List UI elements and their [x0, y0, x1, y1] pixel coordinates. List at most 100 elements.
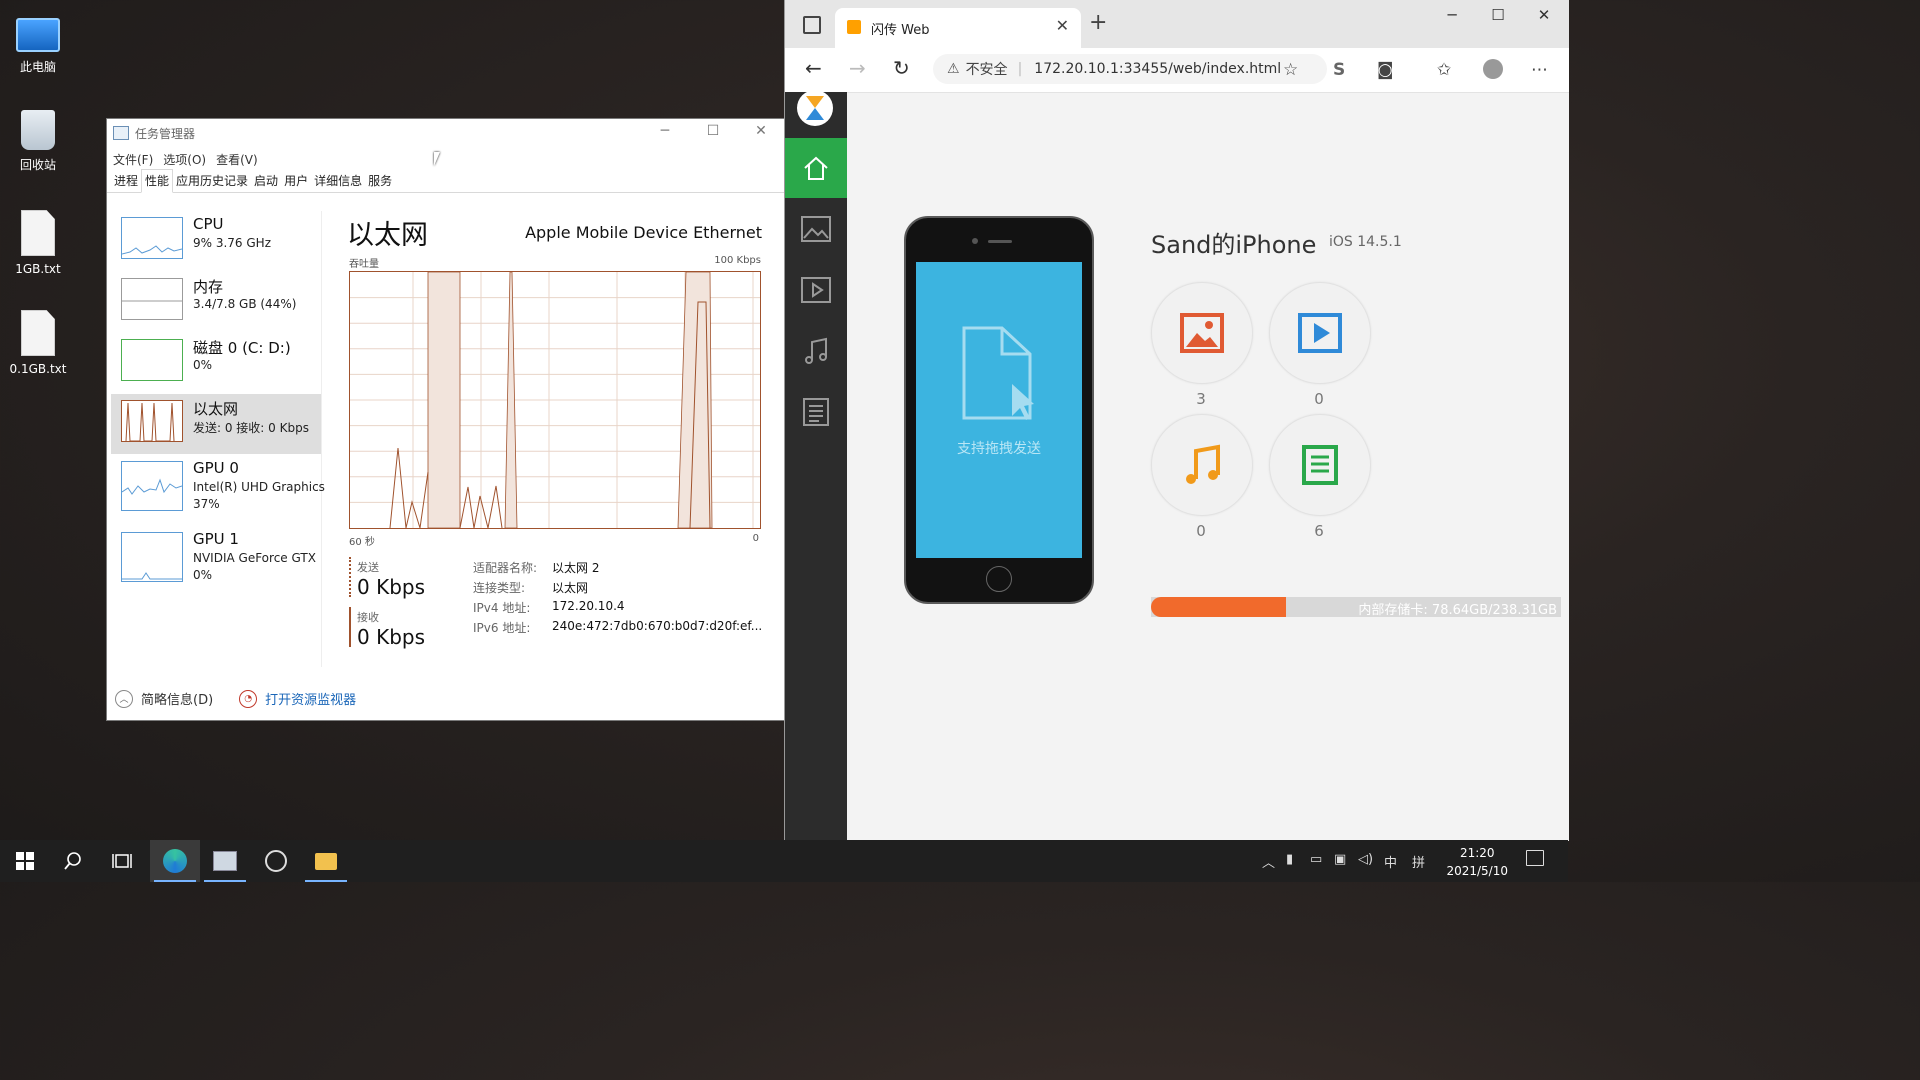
resource-memory[interactable]: 内存 3.4/7.8 GB (44%): [111, 272, 321, 332]
obs-icon: [265, 850, 287, 872]
desktop-icon-this-pc[interactable]: 此电脑: [3, 10, 73, 75]
url-text: 172.20.10.1:33455/web/index.html: [1034, 61, 1282, 77]
network-icon[interactable]: ▣: [1334, 852, 1346, 867]
phone-home-button: [986, 566, 1012, 592]
browser-maximize-button[interactable]: ☐: [1475, 6, 1521, 24]
window-title: 任务管理器: [135, 126, 196, 141]
notification-center-icon[interactable]: [1526, 850, 1544, 866]
ipv6-value: 240e:472:7db0:670:b0d7:d20f:ef...: [552, 619, 763, 633]
search-icon: [64, 852, 81, 870]
gpu0-thumbnail-graph: [121, 461, 183, 511]
resource-cpu[interactable]: CPU 9% 3.76 GHz: [111, 211, 321, 271]
computer-icon: [16, 18, 60, 52]
url-field[interactable]: ⚠ 不安全 | 172.20.10.1:33455/web/index.html: [933, 54, 1327, 84]
taskbar-file-explorer[interactable]: [301, 840, 351, 882]
clock-date: 2021/5/10: [1446, 864, 1508, 878]
battery-icon[interactable]: ▭: [1310, 852, 1322, 867]
task-view-button[interactable]: [97, 840, 147, 882]
tab-actions-icon[interactable]: [803, 16, 821, 34]
fewer-details-link[interactable]: 简略信息(D): [141, 689, 213, 708]
taskbar-obs[interactable]: [251, 840, 301, 882]
minimize-button[interactable]: ─: [643, 123, 687, 139]
resource-disk[interactable]: 磁盘 0 (C: D:) 0%: [111, 333, 321, 393]
send-label: 发送: [357, 561, 379, 574]
tab-performance[interactable]: 性能: [141, 169, 174, 193]
task-manager-icon: [213, 851, 237, 871]
taskbar-edge[interactable]: [150, 840, 200, 882]
browser-tab[interactable]: 闪传 Web ✕: [835, 8, 1081, 48]
music-button[interactable]: [1151, 414, 1253, 516]
open-resource-monitor-link[interactable]: 打开资源监视器: [265, 689, 356, 708]
menu-view[interactable]: 查看(V): [216, 151, 258, 169]
connection-type-key: 连接类型:: [473, 581, 526, 595]
add-favorite-icon[interactable]: ☆: [1283, 60, 1298, 80]
clock[interactable]: 21:20 2021/5/10: [1446, 844, 1508, 880]
menu-file[interactable]: 文件(F): [113, 151, 153, 169]
menu-options[interactable]: 选项(O): [163, 151, 206, 169]
sidebar-videos[interactable]: [785, 260, 847, 320]
storage-text: 内部存储卡: 78.64GB/238.31GB: [1358, 603, 1557, 618]
phone-drop-zone[interactable]: 支持拖拽发送: [904, 216, 1094, 604]
favorites-icon[interactable]: ✩: [1437, 60, 1451, 80]
ime-indicator[interactable]: 中: [1384, 852, 1397, 871]
close-tab-icon[interactable]: ✕: [1056, 16, 1069, 35]
desktop-icon-1gb-txt[interactable]: 1GB.txt: [3, 210, 73, 276]
device-os-version: iOS 14.5.1: [1329, 234, 1402, 250]
resource-name: GPU 1: [193, 530, 239, 548]
tab-details[interactable]: 详细信息: [311, 170, 365, 192]
sidebar-photos[interactable]: [785, 199, 847, 259]
search-button[interactable]: [48, 840, 98, 882]
sidebar-music[interactable]: [785, 321, 847, 381]
extension-s-icon[interactable]: S: [1333, 60, 1345, 80]
resource-value: Intel(R) UHD Graphics: [193, 480, 325, 494]
resource-value: 9% 3.76 GHz: [193, 236, 272, 250]
video-icon: [1298, 313, 1342, 353]
warning-icon: ⚠: [947, 61, 960, 77]
resource-name: 内存: [193, 278, 224, 296]
desktop-icon-label: 1GB.txt: [15, 262, 61, 276]
maximize-button[interactable]: ☐: [691, 123, 735, 139]
document-icon: [1302, 445, 1338, 485]
documents-button[interactable]: [1269, 414, 1371, 516]
resource-name: CPU: [193, 215, 224, 233]
extension-icon[interactable]: ◙: [1377, 60, 1394, 80]
resource-value: 0%: [193, 358, 213, 372]
forward-button[interactable]: →: [849, 56, 866, 80]
browser-close-button[interactable]: ✕: [1521, 6, 1567, 24]
sidebar-home[interactable]: [785, 138, 847, 198]
desktop-icon-recycle-bin[interactable]: 回收站: [3, 110, 73, 173]
tab-app-history[interactable]: 应用历史记录: [173, 170, 251, 192]
resource-name: GPU 0: [193, 459, 239, 477]
new-tab-button[interactable]: +: [1089, 10, 1107, 35]
profile-avatar[interactable]: [1483, 59, 1503, 79]
image-icon: [801, 216, 831, 242]
tab-startup[interactable]: 启动: [251, 170, 281, 192]
title-bar[interactable]: 任务管理器 ─ ☐ ✕: [107, 119, 784, 147]
task-view-icon: [112, 854, 132, 868]
tab-services[interactable]: 服务: [365, 170, 395, 192]
photos-button[interactable]: [1151, 282, 1253, 384]
back-button[interactable]: ←: [805, 56, 822, 80]
volume-icon[interactable]: ◁): [1358, 852, 1373, 867]
resource-gpu0[interactable]: GPU 0 Intel(R) UHD Graphics 37%: [111, 455, 325, 515]
videos-button[interactable]: [1269, 282, 1371, 384]
ethernet-detail-panel: 以太网 Apple Mobile Device Ethernet 吞吐量 100…: [347, 211, 767, 667]
chevron-up-icon[interactable]: ︿: [115, 689, 133, 708]
desktop-icon-0-1gb-txt[interactable]: 0.1GB.txt: [3, 310, 73, 376]
taskbar-task-manager[interactable]: [200, 840, 250, 882]
tab-users[interactable]: 用户: [281, 170, 311, 192]
browser-minimize-button[interactable]: ─: [1429, 6, 1475, 24]
more-menu-icon[interactable]: ⋯: [1531, 60, 1548, 80]
refresh-button[interactable]: ↻: [893, 56, 910, 80]
close-button[interactable]: ✕: [739, 123, 783, 139]
ime-mode-icon[interactable]: 拼: [1412, 852, 1425, 871]
start-button[interactable]: [0, 840, 50, 882]
resource-gpu1[interactable]: GPU 1 NVIDIA GeForce GTX 0%: [111, 526, 321, 586]
resource-ethernet[interactable]: 以太网 发送: 0 接收: 0 Kbps: [111, 394, 321, 454]
show-hidden-icons-button[interactable]: ︿: [1262, 852, 1275, 871]
resource-value-secondary: 0%: [193, 568, 213, 582]
sidebar-documents[interactable]: [785, 382, 847, 442]
tab-processes[interactable]: 进程: [111, 170, 141, 192]
text-file-icon: [21, 310, 55, 356]
pin-icon[interactable]: ▮: [1286, 852, 1293, 867]
